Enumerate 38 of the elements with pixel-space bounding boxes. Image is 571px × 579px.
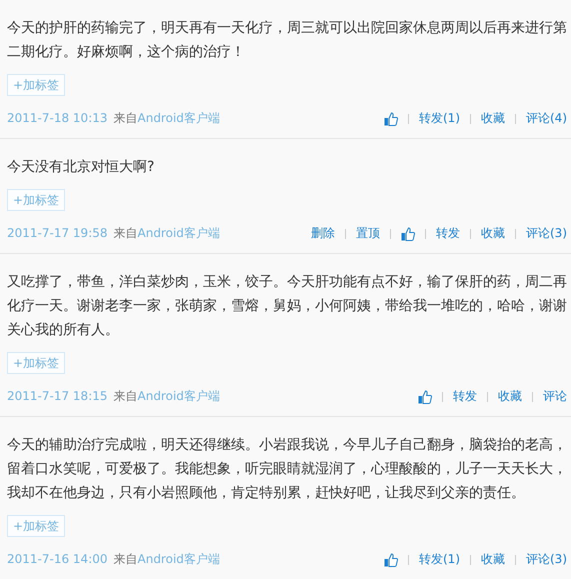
- action-link[interactable]: 收藏: [481, 225, 505, 242]
- action-link[interactable]: 转发: [436, 225, 460, 242]
- action-link[interactable]: 删除: [311, 225, 335, 242]
- action-link[interactable]: 评论(3): [526, 225, 567, 242]
- post-text: 又吃撑了，带鱼，洋白菜炒肉，玉米，饺子。今天肝功能有点不好，输了保肝的药，周二再化疗一天。谢谢老李一家，张萌家，雪熔，舅妈，小何阿姨，带给我一堆吃的，哈哈，谢谢关心我的所有人。: [7, 273, 567, 340]
- post-time[interactable]: 2011-7-18 10:13: [7, 111, 108, 125]
- action-link[interactable]: 转发: [453, 388, 477, 405]
- post-text: 今天的辅助治疗完成啦，明天还得继续。小岩跟我说，今早儿子自己翻身，脑袋抬的老高，留着口水笑呢，可爱极了。我能想象，听完眼睛就湿润了，心理酸酸的，儿子一天天长大，我却不在他身边，只有小岩照顾他，肯定特别累，赶快好吧，让我尽到父亲的责任。: [7, 436, 567, 503]
- source-link[interactable]: Android客户端: [138, 389, 220, 403]
- source-link[interactable]: Android客户端: [138, 552, 220, 566]
- source-label: 来自: [114, 226, 138, 240]
- source-label: 来自: [114, 552, 138, 566]
- add-tag-button[interactable]: +加标签: [7, 352, 66, 374]
- action-link[interactable]: 评论(3): [526, 551, 567, 568]
- action-link[interactable]: 转发(1): [419, 551, 460, 568]
- add-tag-button[interactable]: +加标签: [7, 74, 66, 96]
- action-link[interactable]: 置顶: [356, 225, 380, 242]
- add-tag-button[interactable]: +加标签: [7, 515, 66, 537]
- like-icon[interactable]: [401, 226, 415, 240]
- action-link[interactable]: 收藏: [481, 110, 505, 127]
- like-icon[interactable]: [384, 552, 398, 566]
- post-text: 今天没有北京对恒大啊?: [7, 158, 156, 177]
- action-link[interactable]: 评论: [543, 388, 567, 405]
- post-time[interactable]: 2011-7-17 18:15: [7, 389, 108, 403]
- post-text: 今天的护肝的药输完了，明天再有一天化疗，周三就可以出院回家休息两周以后再来进行第二期化疗。好麻烦啊，这个病的治疗！: [7, 19, 567, 62]
- add-tag-button[interactable]: +加标签: [7, 189, 66, 211]
- like-icon[interactable]: [384, 112, 398, 126]
- source-link[interactable]: Android客户端: [138, 111, 220, 125]
- action-link[interactable]: 收藏: [498, 388, 522, 405]
- post-time[interactable]: 2011-7-16 14:00: [7, 552, 108, 566]
- source-label: 来自: [114, 389, 138, 403]
- action-link[interactable]: 收藏: [481, 551, 505, 568]
- source-label: 来自: [114, 111, 138, 125]
- like-icon[interactable]: [418, 390, 432, 404]
- action-link[interactable]: 评论(4): [526, 110, 567, 127]
- post-time[interactable]: 2011-7-17 19:58: [7, 226, 108, 240]
- action-link[interactable]: 转发(1): [419, 110, 460, 127]
- source-link[interactable]: Android客户端: [138, 226, 220, 240]
